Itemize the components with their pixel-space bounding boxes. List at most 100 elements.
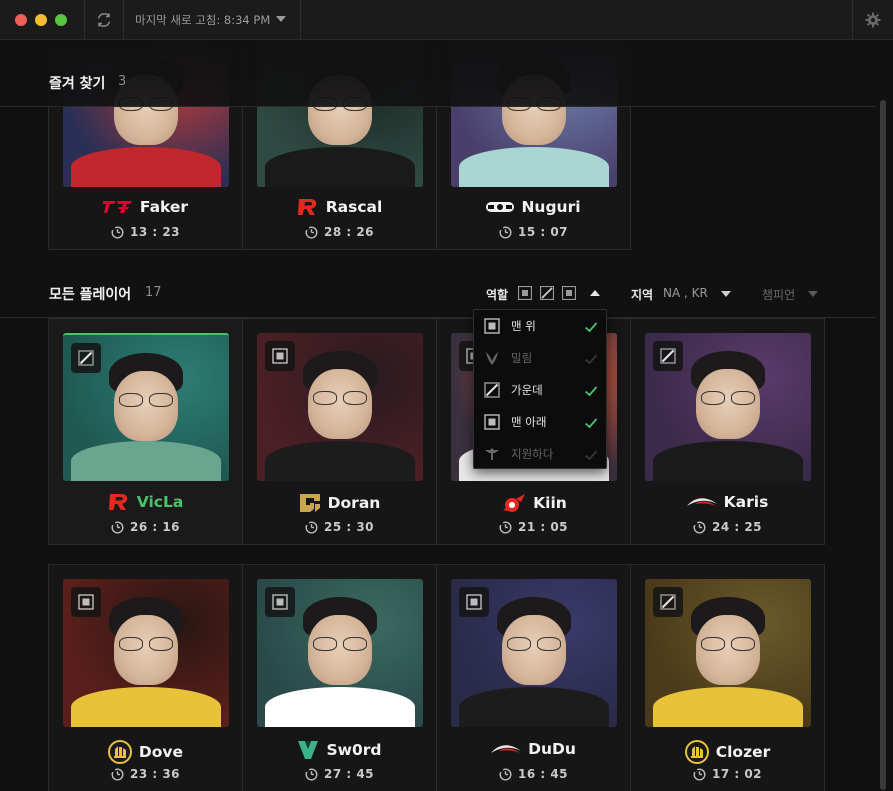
player-name[interactable]: Faker xyxy=(140,198,188,216)
player-name[interactable]: Clozer xyxy=(716,743,771,761)
player-portrait xyxy=(63,579,229,727)
player-time: 17 : 02 xyxy=(711,767,763,781)
player-card[interactable]: Dove 23 : 36 xyxy=(48,564,243,791)
hanwha-logo xyxy=(684,740,709,764)
t1-logo xyxy=(102,200,133,214)
brion-logo xyxy=(297,740,319,760)
player-time-row: 13 : 23 xyxy=(49,225,242,239)
role-option-label: 가운데 xyxy=(511,383,543,397)
scrollbar[interactable] xyxy=(880,100,886,790)
player-time: 26 : 16 xyxy=(129,520,181,534)
maximize-window-button[interactable] xyxy=(55,14,67,26)
player-shirt xyxy=(459,147,609,187)
refresh-button[interactable] xyxy=(85,0,123,40)
timer-icon xyxy=(693,767,706,781)
settings-button[interactable] xyxy=(853,0,893,40)
mid-lane-icon[interactable] xyxy=(539,285,555,301)
player-time-row: 27 : 45 xyxy=(243,767,436,781)
player-time: 16 : 45 xyxy=(517,767,569,781)
drx-logo xyxy=(491,743,522,755)
afreeca-logo xyxy=(500,493,526,513)
mid-lane-icon xyxy=(71,343,101,373)
role-option-mid-lane[interactable]: 가운데 xyxy=(474,374,608,406)
player-time-row: 17 : 02 xyxy=(631,767,824,781)
player-name[interactable]: Sw0rd xyxy=(326,741,381,759)
kt-logo xyxy=(108,493,130,511)
player-card[interactable]: Clozer 17 : 02 xyxy=(630,564,825,791)
champion-filter-label[interactable]: 챔피언 xyxy=(762,286,795,303)
role-option-support: 지원하다 xyxy=(474,438,608,470)
gen-g-logo xyxy=(299,493,321,513)
player-time: 25 : 30 xyxy=(323,520,375,534)
close-window-button[interactable] xyxy=(15,14,27,26)
chevron-down-icon[interactable] xyxy=(808,291,818,297)
role-option-bottom-lane[interactable]: 맨 아래 xyxy=(474,406,608,438)
gear-icon xyxy=(865,12,881,28)
chevron-down-icon[interactable] xyxy=(276,16,286,22)
player-name-row: Rascal xyxy=(243,198,436,216)
player-card[interactable]: Doran 25 : 30 xyxy=(242,318,437,545)
region-filter-value[interactable]: NA , KR xyxy=(663,286,708,300)
player-shirt xyxy=(265,441,415,481)
favorites-count: 3 xyxy=(118,74,127,89)
timer-icon xyxy=(693,520,706,534)
player-name[interactable]: Dove xyxy=(139,743,183,761)
player-time: 21 : 05 xyxy=(517,520,569,534)
player-name[interactable]: Doran xyxy=(328,494,381,512)
role-option-label: 지원하다 xyxy=(511,447,554,461)
player-time-row: 26 : 16 xyxy=(49,520,242,534)
role-option-top-lane[interactable]: 맨 위 xyxy=(474,310,608,342)
favorites-title: 즐겨 찾기 xyxy=(49,76,106,92)
titlebar-divider xyxy=(123,0,124,40)
top-lane-icon[interactable] xyxy=(517,285,533,301)
player-name[interactable]: VicLa xyxy=(137,493,184,511)
timer-icon xyxy=(111,225,124,239)
player-card[interactable]: DuDu 16 : 45 xyxy=(436,564,631,791)
timer-icon xyxy=(305,520,318,534)
support-icon xyxy=(484,446,500,462)
glasses xyxy=(116,393,176,407)
check-icon xyxy=(584,415,598,429)
player-name[interactable]: Rascal xyxy=(326,198,383,216)
timer-icon xyxy=(305,767,318,781)
player-name[interactable]: Karis xyxy=(724,493,769,511)
player-shirt xyxy=(653,687,803,727)
mid-lane-icon xyxy=(653,587,683,617)
favorites-divider xyxy=(0,106,876,107)
chevron-down-icon[interactable] xyxy=(721,291,731,297)
player-card[interactable]: Sw0rd 27 : 45 xyxy=(242,564,437,791)
player-name-row: Sw0rd xyxy=(243,740,436,760)
top-lane-icon xyxy=(71,587,101,617)
player-time-row: 25 : 30 xyxy=(243,520,436,534)
chevron-up-icon[interactable] xyxy=(590,290,600,296)
top-lane-icon xyxy=(484,318,500,334)
player-portrait xyxy=(63,333,229,481)
check-icon xyxy=(584,351,598,365)
player-name-row: Karis xyxy=(631,493,824,511)
region-filter-label[interactable]: 지역 xyxy=(631,286,653,303)
glasses xyxy=(310,637,370,651)
player-shirt xyxy=(71,687,221,727)
player-name[interactable]: DuDu xyxy=(528,740,576,758)
kt-logo xyxy=(297,198,319,216)
top-lane-icon xyxy=(265,587,295,617)
mid-lane-icon xyxy=(653,341,683,371)
player-card[interactable]: VicLa 26 : 16 xyxy=(48,318,243,545)
jungle-icon xyxy=(484,350,500,366)
player-portrait xyxy=(257,579,423,727)
role-filter-label[interactable]: 역할 xyxy=(486,286,508,303)
player-name-row: Kiin xyxy=(437,493,630,513)
bottom-lane-icon[interactable] xyxy=(561,285,577,301)
glasses xyxy=(116,637,176,651)
player-name-row: Clozer xyxy=(631,740,824,764)
role-option-jungle: 밀림 xyxy=(474,342,608,374)
minimize-window-button[interactable] xyxy=(35,14,47,26)
last-refresh-label[interactable]: 마지막 새로 고침: 8:34 PM xyxy=(135,12,270,28)
player-card[interactable]: Karis 24 : 25 xyxy=(630,318,825,545)
glasses xyxy=(504,637,564,651)
player-shirt xyxy=(459,687,609,727)
all-players-title: 모든 플레이어 xyxy=(49,287,132,303)
player-name[interactable]: Nuguri xyxy=(521,198,580,216)
glasses xyxy=(698,637,758,651)
player-name[interactable]: Kiin xyxy=(533,494,567,512)
